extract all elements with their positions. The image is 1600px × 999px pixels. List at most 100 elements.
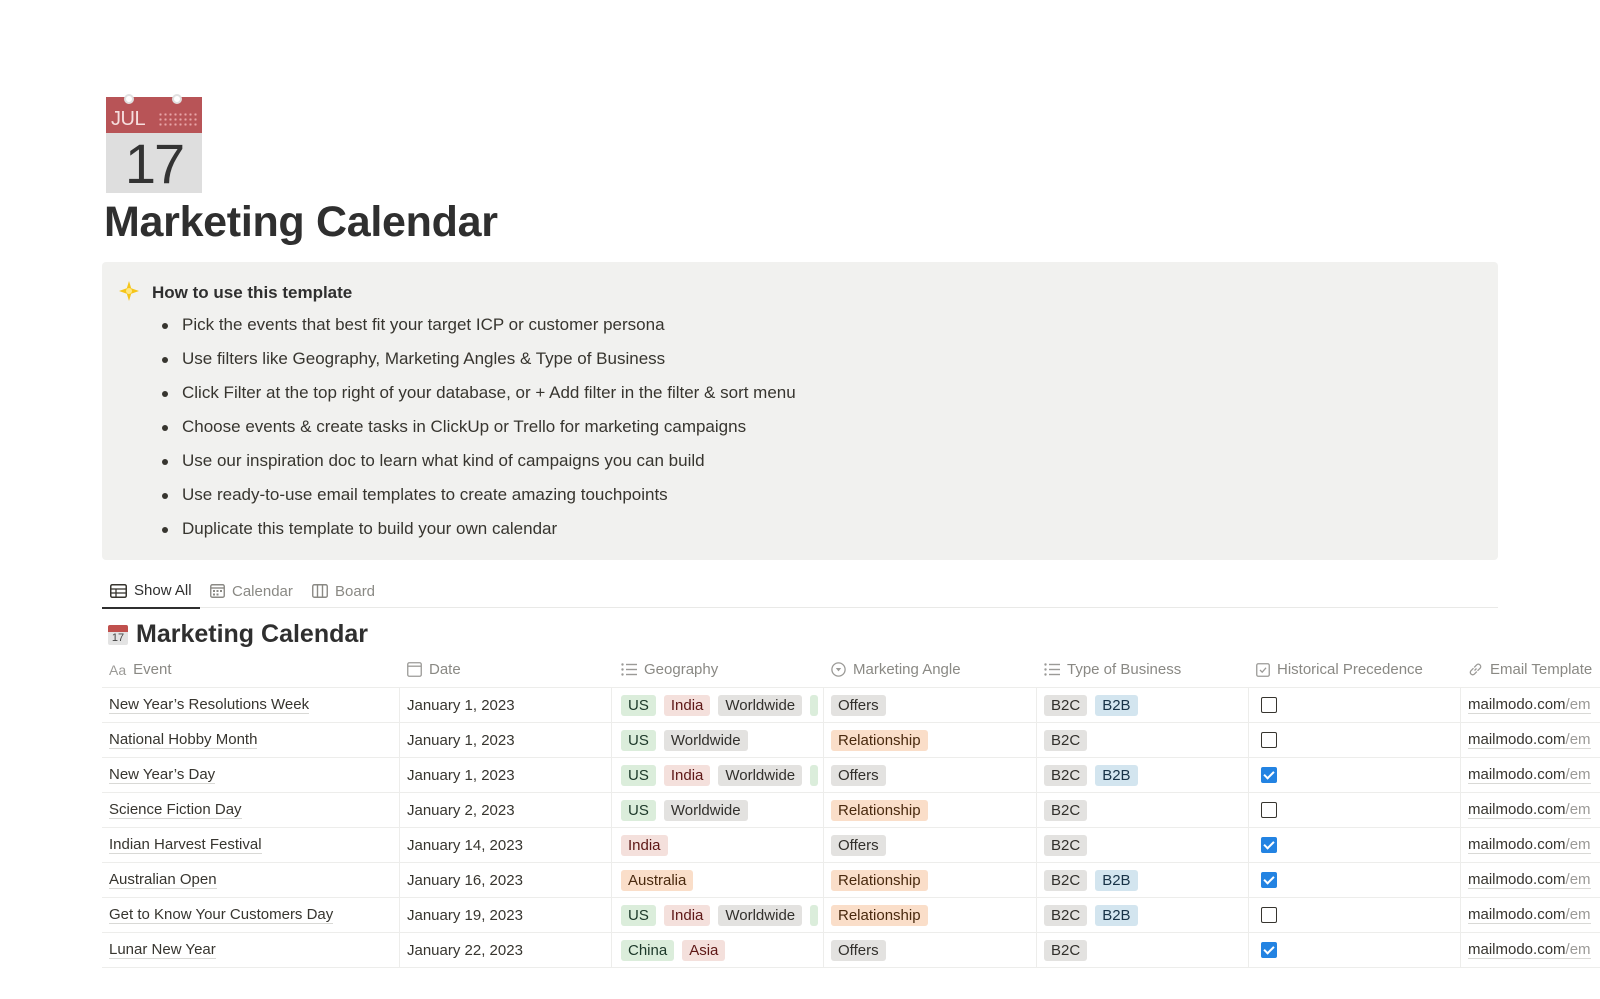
cell-geography[interactable]: China Asia <box>612 933 824 967</box>
email-template-link[interactable]: mailmodo.com/em <box>1468 731 1591 749</box>
checkbox-checked[interactable] <box>1261 837 1277 853</box>
cell-email-template[interactable]: mailmodo.com/em <box>1461 898 1600 932</box>
cell-geography[interactable]: US India Worldwide <box>612 758 824 792</box>
cell-date[interactable]: January 14, 2023 <box>400 828 612 862</box>
event-title-link[interactable]: National Hobby Month <box>109 731 258 749</box>
event-title-link[interactable]: Science Fiction Day <box>109 801 242 819</box>
tab-board[interactable]: Board <box>304 574 383 608</box>
cell-marketing-angle[interactable]: Offers <box>824 933 1037 967</box>
cell-date[interactable]: January 2, 2023 <box>400 793 612 827</box>
table-row[interactable]: New Year’s Day January 1, 2023 US India Worl… <box>102 758 1600 793</box>
event-title-link[interactable]: Indian Harvest Festival <box>109 836 262 854</box>
cell-event[interactable]: Lunar New Year <box>102 933 400 967</box>
cell-email-template[interactable]: mailmodo.com/em <box>1461 933 1600 967</box>
checkbox-unchecked[interactable] <box>1261 732 1277 748</box>
cell-type-of-business[interactable]: B2C B2B <box>1037 688 1249 722</box>
tab-show-all[interactable]: Show All <box>102 574 200 609</box>
cell-geography[interactable]: US India Worldwide <box>612 898 824 932</box>
column-header-date[interactable]: Date <box>400 652 612 687</box>
cell-date[interactable]: January 1, 2023 <box>400 758 612 792</box>
event-title-link[interactable]: Australian Open <box>109 871 217 889</box>
checkbox-unchecked[interactable] <box>1261 907 1277 923</box>
table-row[interactable]: National Hobby Month January 1, 2023 US Wor… <box>102 723 1600 758</box>
checkbox-unchecked[interactable] <box>1261 802 1277 818</box>
cell-email-template[interactable]: mailmodo.com/em <box>1461 758 1600 792</box>
email-template-link[interactable]: mailmodo.com/em <box>1468 836 1591 854</box>
tab-label: Calendar <box>232 582 293 600</box>
event-title-link[interactable]: New Year’s Resolutions Week <box>109 696 310 714</box>
email-path: /em <box>1565 801 1591 818</box>
cell-date[interactable]: January 22, 2023 <box>400 933 612 967</box>
cell-date[interactable]: January 1, 2023 <box>400 723 612 757</box>
cell-type-of-business[interactable]: B2C <box>1037 933 1249 967</box>
cell-event[interactable]: Get to Know Your Customers Day <box>102 898 400 932</box>
table-row[interactable]: Science Fiction Day January 2, 2023 US Worl… <box>102 793 1600 828</box>
cell-marketing-angle[interactable]: Relationship <box>824 863 1037 897</box>
cell-email-template[interactable]: mailmodo.com/em <box>1461 688 1600 722</box>
page-icon-calendar[interactable]: JUL 17 <box>106 94 202 195</box>
table-row[interactable]: Lunar New Year January 22, 2023 China Asia O… <box>102 933 1600 968</box>
tag-offers: Offers <box>831 939 886 961</box>
cell-email-template[interactable]: mailmodo.com/em <box>1461 863 1600 897</box>
cell-type-of-business[interactable]: B2C B2B <box>1037 758 1249 792</box>
cell-marketing-angle[interactable]: Relationship <box>824 793 1037 827</box>
cell-event[interactable]: New Year’s Day <box>102 758 400 792</box>
checkbox-unchecked[interactable] <box>1261 697 1277 713</box>
cell-event[interactable]: Australian Open <box>102 863 400 897</box>
tag-us: US <box>621 904 656 926</box>
checkbox-checked[interactable] <box>1261 942 1277 958</box>
email-template-link[interactable]: mailmodo.com/em <box>1468 801 1591 819</box>
table-row[interactable]: Indian Harvest Festival January 14, 2023 I… <box>102 828 1600 863</box>
column-header-geography[interactable]: Geography <box>612 652 824 687</box>
cell-geography[interactable]: US Worldwide <box>612 793 824 827</box>
cell-marketing-angle[interactable]: Relationship <box>824 898 1037 932</box>
checkbox-property-icon <box>1256 662 1270 677</box>
email-template-link[interactable]: mailmodo.com/em <box>1468 941 1591 959</box>
table-row[interactable]: Australian Open January 16, 2023 Australia… <box>102 863 1600 898</box>
email-template-link[interactable]: mailmodo.com/em <box>1468 766 1591 784</box>
cell-type-of-business[interactable]: B2C B2B <box>1037 863 1249 897</box>
calendar-icon: 17 <box>108 624 128 645</box>
cell-type-of-business[interactable]: B2C <box>1037 828 1249 862</box>
column-header-event[interactable]: Aa Event <box>102 652 400 687</box>
table-row[interactable]: New Year’s Resolutions Week January 1, 20… <box>102 688 1600 723</box>
cell-geography[interactable]: US India Worldwide <box>612 688 824 722</box>
column-header-email-template[interactable]: Email Template <box>1461 652 1600 687</box>
cell-geography[interactable]: India <box>612 828 824 862</box>
checkbox-checked[interactable] <box>1261 872 1277 888</box>
cell-event[interactable]: Science Fiction Day <box>102 793 400 827</box>
cell-email-template[interactable]: mailmodo.com/em <box>1461 828 1600 862</box>
tag-us: US <box>621 799 656 821</box>
cell-date[interactable]: January 19, 2023 <box>400 898 612 932</box>
email-template-link[interactable]: mailmodo.com/em <box>1468 906 1591 924</box>
cell-type-of-business[interactable]: B2C <box>1037 723 1249 757</box>
email-template-link[interactable]: mailmodo.com/em <box>1468 871 1591 889</box>
event-title-link[interactable]: New Year’s Day <box>109 766 216 784</box>
cell-event[interactable]: Indian Harvest Festival <box>102 828 400 862</box>
cell-marketing-angle[interactable]: Relationship <box>824 723 1037 757</box>
cell-date[interactable]: January 16, 2023 <box>400 863 612 897</box>
cell-type-of-business[interactable]: B2C B2B <box>1037 898 1249 932</box>
event-title-link[interactable]: Get to Know Your Customers Day <box>109 906 334 924</box>
cell-email-template[interactable]: mailmodo.com/em <box>1461 723 1600 757</box>
column-header-type-of-business[interactable]: Type of Business <box>1037 652 1249 687</box>
column-header-marketing-angle[interactable]: Marketing Angle <box>824 652 1037 687</box>
checkbox-checked[interactable] <box>1261 767 1277 783</box>
cell-marketing-angle[interactable]: Offers <box>824 828 1037 862</box>
cell-event[interactable]: National Hobby Month <box>102 723 400 757</box>
email-template-link[interactable]: mailmodo.com/em <box>1468 696 1591 714</box>
table-row[interactable]: Get to Know Your Customers Day January 19… <box>102 898 1600 933</box>
cell-event[interactable]: New Year’s Resolutions Week <box>102 688 400 722</box>
cell-email-template[interactable]: mailmodo.com/em <box>1461 793 1600 827</box>
column-header-historical-precedence[interactable]: Historical Precedence <box>1249 652 1461 687</box>
cell-marketing-angle[interactable]: Offers <box>824 758 1037 792</box>
event-title-link[interactable]: Lunar New Year <box>109 941 216 959</box>
cell-date[interactable]: January 1, 2023 <box>400 688 612 722</box>
database-title[interactable]: 17 Marketing Calendar <box>108 620 368 649</box>
tab-calendar[interactable]: Calendar <box>202 574 301 608</box>
cell-marketing-angle[interactable]: Offers <box>824 688 1037 722</box>
cell-geography[interactable]: US Worldwide <box>612 723 824 757</box>
cell-type-of-business[interactable]: B2C <box>1037 793 1249 827</box>
cell-geography[interactable]: Australia <box>612 863 824 897</box>
column-header-label: Historical Precedence <box>1277 661 1423 678</box>
